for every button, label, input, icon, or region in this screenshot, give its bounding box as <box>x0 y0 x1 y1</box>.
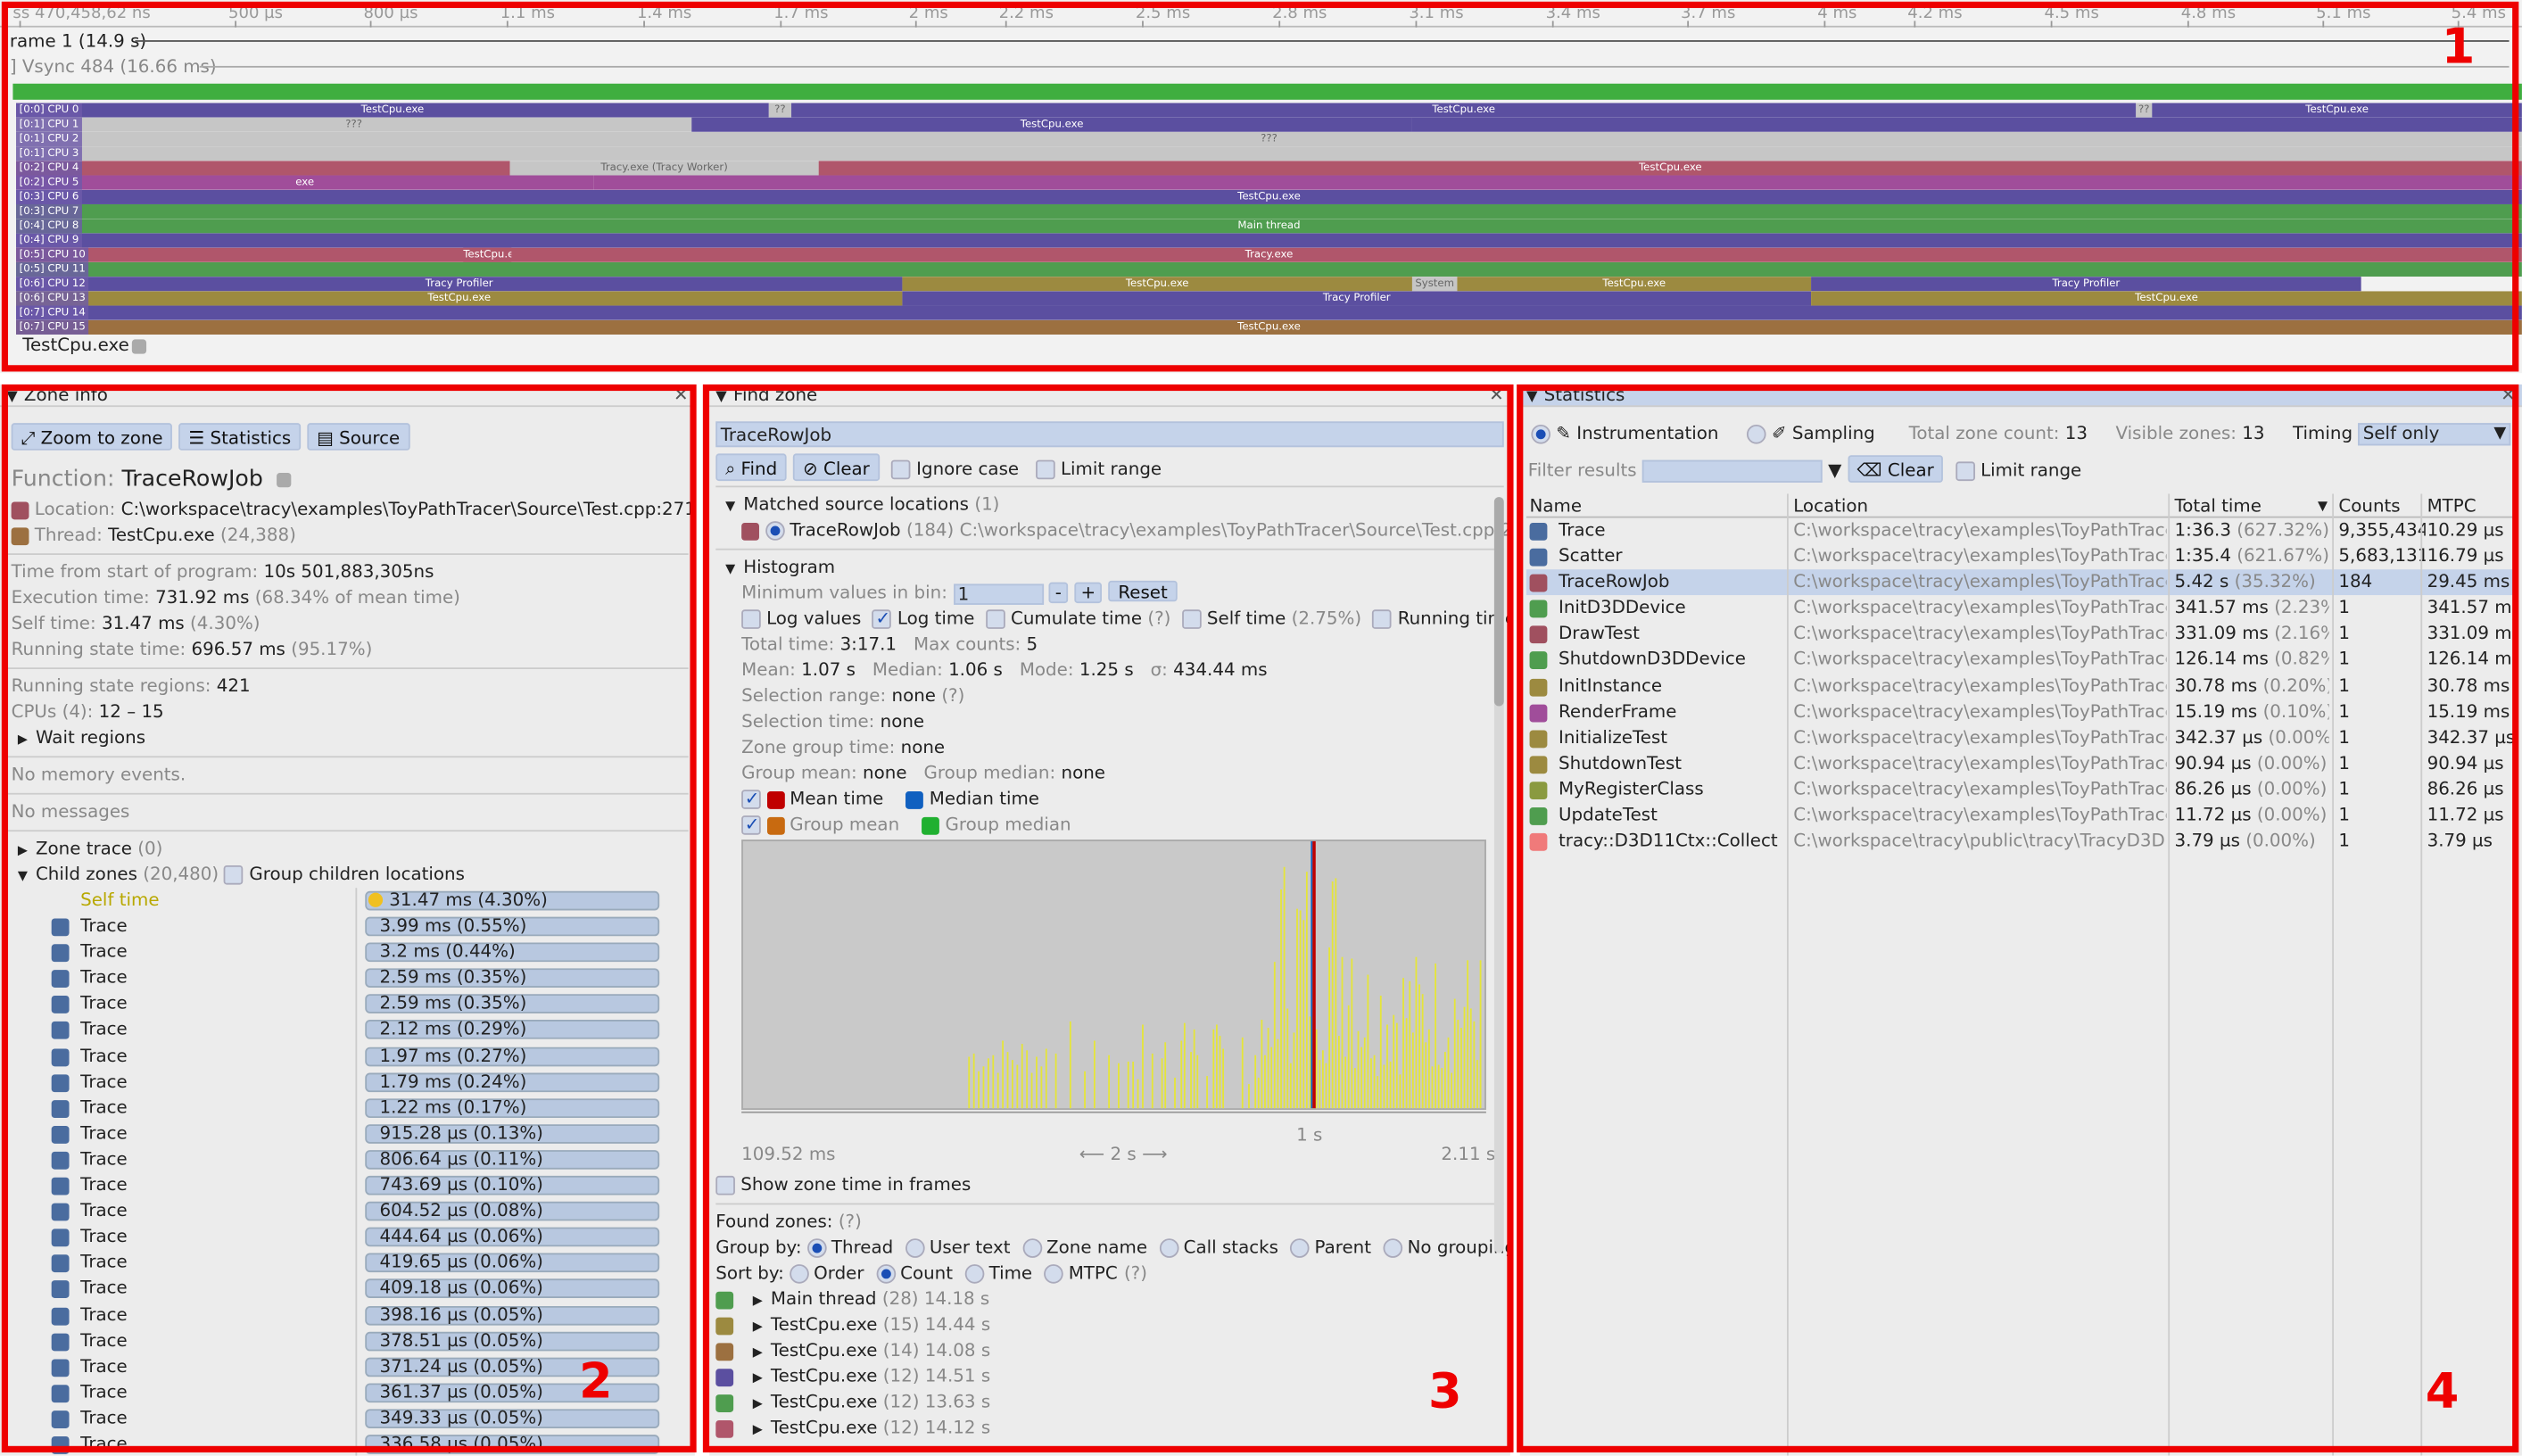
cpu-lane-label: [0:1] CPU 1 <box>16 117 83 132</box>
annotation-number-2: 2 <box>579 1354 613 1411</box>
cpu-lane-label: [0:4] CPU 8 <box>16 219 83 234</box>
cpu-lane-label: [0:2] CPU 5 <box>16 175 83 190</box>
cpu-lane-label: [0:0] CPU 0 <box>16 103 83 118</box>
annotation-number-3: 3 <box>1427 1363 1462 1420</box>
annotation-box-3 <box>702 384 1514 1453</box>
annotation-box-4 <box>1517 384 2519 1453</box>
cpu-lane-label: [0:5] CPU 10 <box>16 247 89 262</box>
cpu-lane-label: [0:3] CPU 6 <box>16 189 83 204</box>
cpu-lane-label: [0:7] CPU 15 <box>16 319 89 335</box>
annotation-box-2 <box>1 384 697 1453</box>
cpu-lane-label: [0:1] CPU 3 <box>16 146 83 161</box>
cpu-lane-label: [0:2] CPU 4 <box>16 161 83 176</box>
cpu-lane-label: [0:1] CPU 2 <box>16 131 83 147</box>
cpu-lane-label: [0:4] CPU 9 <box>16 233 83 248</box>
cpu-lane-label: [0:6] CPU 12 <box>16 277 89 292</box>
tracy-profiler-app: ss 470,458,62 ns 500 µs 800 µs 1.1 ms 1.4 ms… <box>0 0 2522 1456</box>
annotation-box-1 <box>1 1 2519 372</box>
annotation-number-4: 4 <box>2425 1363 2460 1420</box>
annotation-number-1: 1 <box>2441 19 2476 76</box>
cpu-lane-label: [0:6] CPU 13 <box>16 291 89 306</box>
cpu-lane-label: [0:7] CPU 14 <box>16 305 89 320</box>
cpu-lane-label: [0:5] CPU 11 <box>16 261 89 277</box>
cpu-lane-label: [0:3] CPU 7 <box>16 203 83 219</box>
